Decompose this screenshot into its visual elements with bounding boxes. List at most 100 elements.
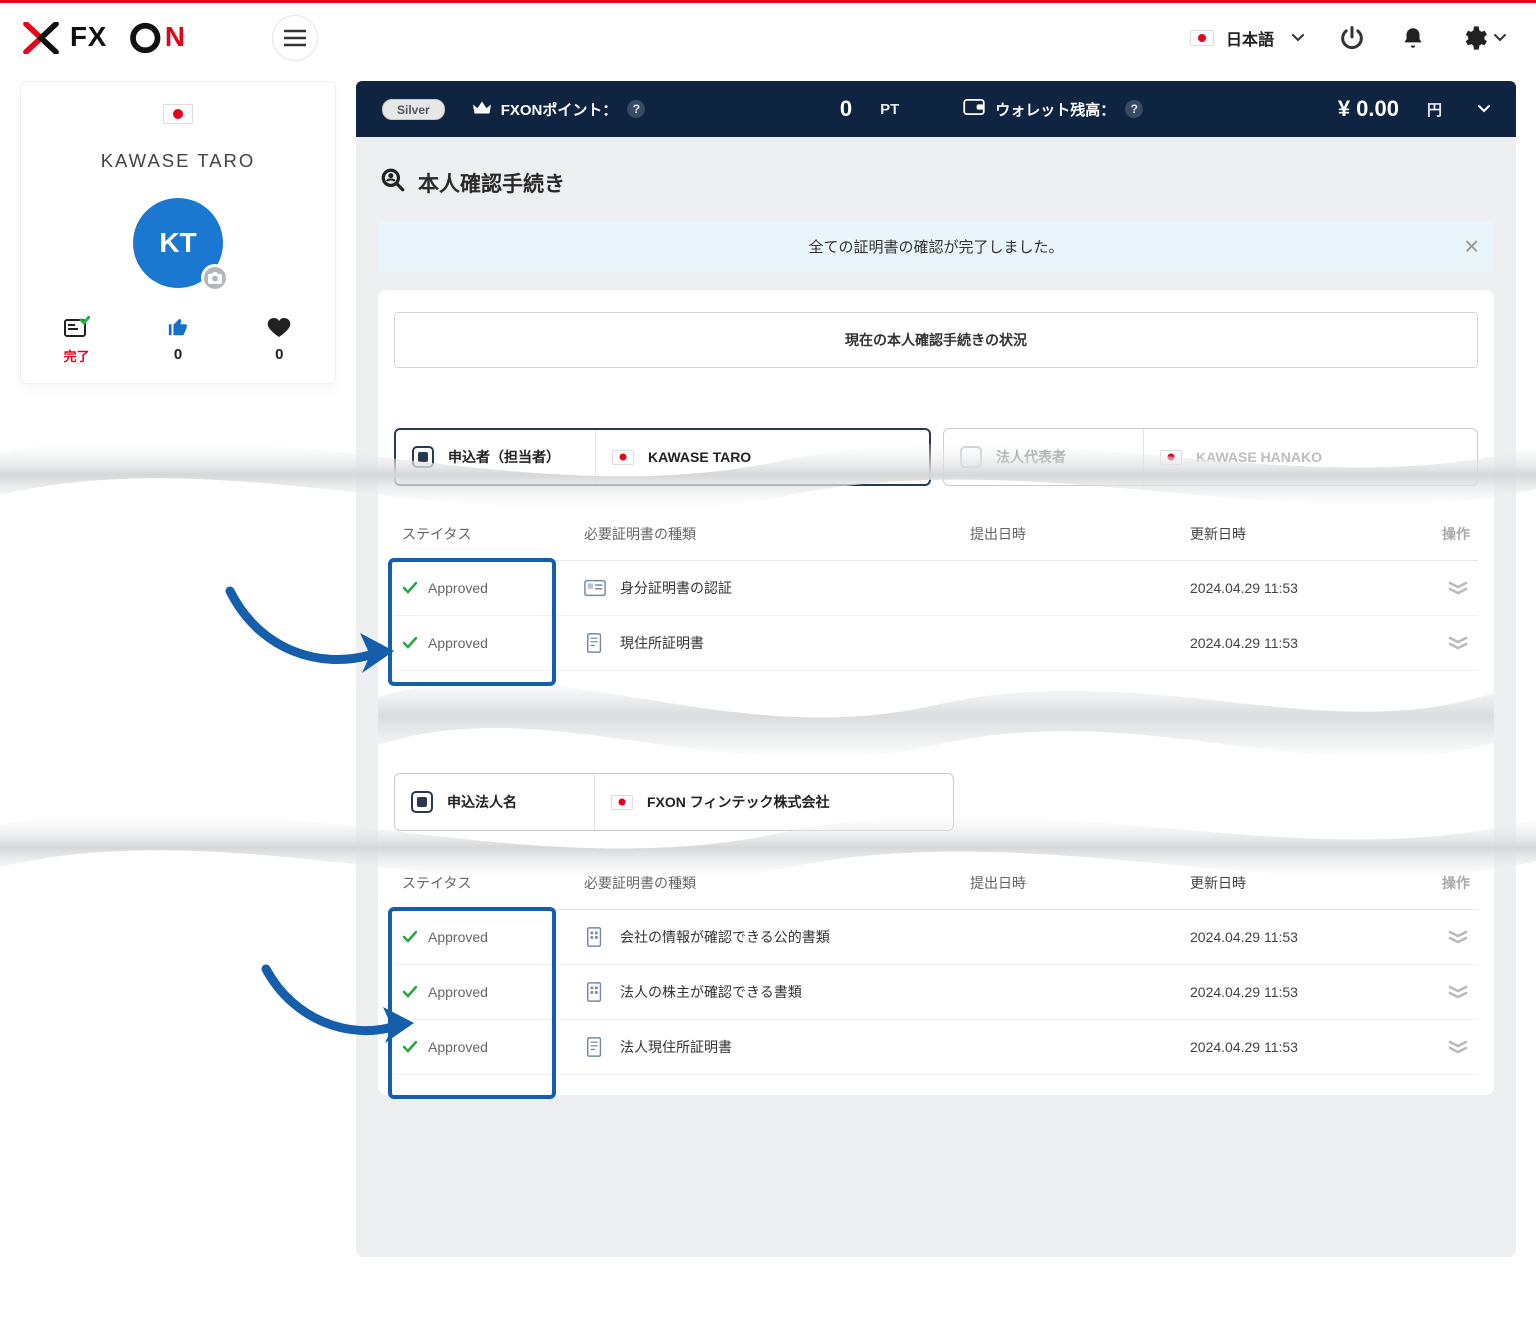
notice-close[interactable]: ✕ [1463,234,1480,259]
th-op: 操作 [1410,873,1470,893]
building-doc-icon [584,928,606,946]
table-row[interactable]: Approved 身分証明書の認証 2024.04.29 11:53 [394,561,1478,616]
menu-button[interactable] [272,15,318,61]
flag-jp-icon [1190,30,1214,46]
doc-type: 法人現住所証明書 [620,1037,732,1057]
table-header-row: ステイタス 必要証明書の種類 提出日時 更新日時 操作 [394,508,1478,561]
language-selector[interactable]: 日本語 [1190,26,1304,50]
thumb-up-icon [167,316,189,338]
language-label: 日本語 [1226,26,1274,50]
corp-label: 申込法人名 [447,792,517,812]
section-header-text: 現在の本人確認手続きの状況 [845,330,1027,350]
settings-button[interactable] [1460,24,1506,52]
bell-icon [1400,24,1426,52]
expand-row[interactable] [1446,926,1470,948]
flag-jp-icon [611,795,633,810]
avatar-initials: KT [159,227,196,259]
wallet-label: ウォレット残高： [995,99,1115,120]
wallet-unit: 円 [1427,99,1442,120]
table-row[interactable]: Approved 法人の株主が確認できる書類 2024.04.29 11:53 [394,965,1478,1020]
stat-like: 0 [132,314,223,365]
gear-icon [1460,24,1488,52]
tab-representative[interactable]: 法人代表者 KAWASE HANAKO [943,428,1478,486]
th-type: 必要証明書の種類 [584,873,970,893]
crown-icon [473,101,491,117]
corp-name: FXON フィンテック株式会社 [647,792,830,812]
status-text: Approved [428,1039,488,1055]
table-header-row: ステイタス 必要証明書の種類 提出日時 更新日時 操作 [394,857,1478,910]
stat-kyc-label: 完了 [31,346,122,365]
notice-text: 全ての証明書の確認が完了しました。 [808,236,1063,257]
doc-type: 会社の情報が確認できる公的書類 [620,927,830,947]
radio-unchecked-icon [960,446,982,468]
tab-applicant[interactable]: 申込者（担当者） KAWASE TARO [394,428,931,486]
applicant-tabs: 申込者（担当者） KAWASE TARO 法人代表者 KAWASE HANAKO [394,428,1478,486]
section-header: 現在の本人確認手続きの状況 [394,312,1478,368]
tab-rep-label: 法人代表者 [996,447,1066,467]
tab-rep-name: KAWASE HANAKO [1196,449,1322,465]
hamburger-icon [284,29,306,47]
stat-like-value: 0 [132,346,223,363]
status-bar: Silver FXONポイント： ? 0 PT ウォレット残高： ? ¥ 0.0… [356,81,1516,137]
chevron-down-icon [1478,105,1490,113]
updated-date: 2024.04.29 11:53 [1190,984,1410,1000]
doc-type: 法人の株主が確認できる書類 [620,982,802,1002]
annotation-arrow [258,959,418,1062]
expand-row[interactable] [1446,577,1470,599]
radio-checked-icon [411,791,433,813]
updated-date: 2024.04.29 11:53 [1190,635,1410,651]
expand-row[interactable] [1446,981,1470,1003]
power-button[interactable] [1338,24,1366,52]
id-card-check-icon [64,316,90,338]
tab-applicant-label: 申込者（担当者） [448,447,560,467]
points-help[interactable]: ? [627,100,645,118]
avatar-camera-button[interactable] [201,264,229,292]
check-icon [402,635,418,651]
expand-row[interactable] [1446,632,1470,654]
table-row[interactable]: Approved 会社の情報が確認できる公的書類 2024.04.29 11:5… [394,910,1478,965]
check-icon [402,929,418,945]
page-title: 本人確認手続き [418,168,565,198]
stat-kyc: 完了 [31,314,122,365]
points-value: 0 [840,96,852,122]
th-updated: 更新日時 [1190,524,1410,544]
flag-jp-icon [1160,450,1182,465]
radio-checked-icon [412,446,434,468]
expand-row[interactable] [1446,1036,1470,1058]
tier-badge: Silver [382,99,445,120]
corporate-doc-table: ステイタス 必要証明書の種類 提出日時 更新日時 操作 Approved 会社の… [394,857,1478,1075]
th-type: 必要証明書の種類 [584,524,970,544]
avatar[interactable]: KT [133,198,223,288]
status-text: Approved [428,635,488,651]
th-op: 操作 [1410,524,1470,544]
power-icon [1338,24,1366,52]
completion-notice: 全ての証明書の確認が完了しました。 ✕ [378,221,1494,272]
status-text: Approved [428,984,488,1000]
status-text: Approved [428,580,488,596]
flag-jp-icon [163,104,193,124]
points-unit: PT [880,101,899,118]
th-status: ステイタス [402,524,584,544]
doc-type: 現住所証明書 [620,633,704,653]
stat-fav: 0 [234,314,325,365]
th-status: ステイタス [402,873,584,893]
chevron-down-icon [1292,34,1304,42]
document-icon [584,1038,606,1056]
kyc-title-icon [380,167,406,199]
logo: FX N [22,21,250,55]
document-icon [584,634,606,652]
updated-date: 2024.04.29 11:53 [1190,929,1410,945]
profile-sidebar: KAWASE TARO KT 完了 [20,81,336,384]
applicant-doc-table: ステイタス 必要証明書の種類 提出日時 更新日時 操作 Approved 身分証… [394,508,1478,671]
table-row[interactable]: Approved 法人現住所証明書 2024.04.29 11:53 [394,1020,1478,1075]
heart-icon [267,316,291,338]
notifications-button[interactable] [1400,24,1426,52]
th-updated: 更新日時 [1190,873,1410,893]
chevron-down-icon [1494,34,1506,42]
flag-jp-icon [612,450,634,465]
svg-text:FX: FX [70,21,107,52]
stat-fav-value: 0 [234,346,325,363]
profile-name: KAWASE TARO [31,150,325,172]
annotation-arrow [220,581,400,694]
wallet-help[interactable]: ? [1125,100,1143,118]
